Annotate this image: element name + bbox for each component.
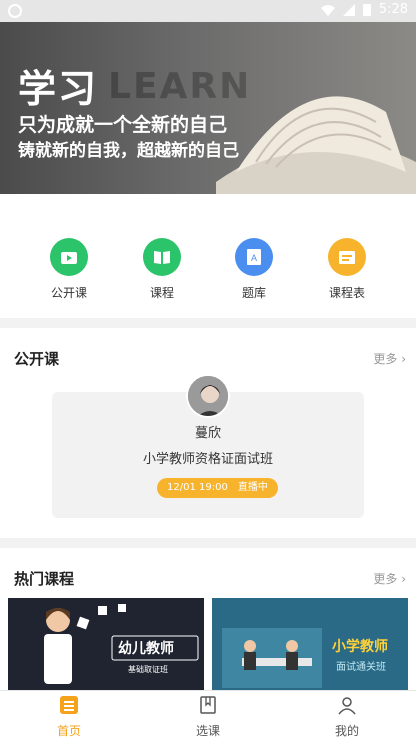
course-select-icon bbox=[200, 696, 216, 714]
bottom-tab-bar: 首页 选课 我的 bbox=[0, 690, 416, 739]
more-link[interactable]: 更多 › bbox=[373, 570, 406, 587]
home-icon bbox=[60, 696, 78, 714]
nav-question-bank[interactable]: A 题库 bbox=[214, 238, 294, 301]
nav-label: 题库 bbox=[241, 286, 266, 300]
live-status: 直播中 bbox=[237, 482, 268, 493]
tab-label: 选课 bbox=[195, 724, 220, 738]
tab-profile[interactable]: 我的 bbox=[307, 695, 387, 739]
nav-label: 课程 bbox=[149, 286, 174, 300]
banner-watermark: LEARN bbox=[108, 66, 252, 107]
teacher-illustration bbox=[44, 604, 199, 684]
nav-label: 公开课 bbox=[50, 286, 87, 300]
course-thumb-label: 幼儿教师 bbox=[118, 641, 174, 657]
course-thumb-label: 小学教师 bbox=[332, 639, 388, 655]
tab-label: 首页 bbox=[56, 724, 81, 738]
nav-label: 课程表 bbox=[328, 286, 365, 300]
svg-text:A: A bbox=[251, 253, 257, 263]
nav-course[interactable]: 课程 bbox=[122, 238, 202, 301]
live-time-badge: 12/01 19:00 直播中 bbox=[157, 478, 278, 498]
schedule-icon bbox=[328, 238, 366, 276]
more-link[interactable]: 更多 › bbox=[373, 350, 406, 367]
nav-grid: 公开课 课程 A 题库 课程表 bbox=[0, 194, 416, 401]
tv-icon bbox=[50, 238, 88, 276]
banner-line2: 铸就新的自我，超越新的自己 bbox=[18, 141, 239, 161]
course-thumb-sub: 面试通关班 bbox=[336, 662, 386, 673]
wifi-icon bbox=[320, 4, 335, 16]
tab-label: 我的 bbox=[334, 724, 359, 738]
banner-line1: 只为成就一个全新的自己 bbox=[18, 114, 228, 136]
signal-icon bbox=[342, 3, 355, 16]
course-thumb-kindergarten[interactable]: 幼儿教师 基础取证班 bbox=[8, 598, 204, 698]
tab-course-select[interactable]: 选课 bbox=[168, 695, 248, 739]
status-bar: 5:28 bbox=[0, 0, 416, 22]
live-date: 12/01 19:00 bbox=[167, 482, 228, 493]
course-name: 小学教师资格证面试班 bbox=[142, 452, 273, 467]
banner-title: 学习 bbox=[18, 67, 99, 111]
battery-icon bbox=[362, 4, 371, 16]
profile-icon bbox=[338, 697, 356, 715]
nav-schedule[interactable]: 课程表 bbox=[307, 238, 387, 301]
course-thumb-sub: 基础取证班 bbox=[128, 665, 168, 674]
question-bank-icon: A bbox=[235, 238, 273, 276]
banner[interactable]: LEARN 学习 只为成就一个全新的自己 铸就新的自我，超越新的自己 bbox=[0, 22, 416, 194]
sync-icon bbox=[8, 4, 22, 18]
course-thumb-primary[interactable]: 小学教师 面试通关班 bbox=[212, 598, 408, 698]
status-time: 5:28 bbox=[378, 2, 408, 17]
nav-open-class[interactable]: 公开课 bbox=[29, 238, 109, 301]
section-title: 公开课 bbox=[14, 350, 60, 368]
section-title: 热门课程 bbox=[14, 570, 75, 588]
teacher-name: 蔓欣 bbox=[194, 426, 221, 441]
open-class-section: 公开课 更多 › 蔓欣 小学教师资格证面试班 12/01 19:00 直播中 bbox=[0, 328, 416, 538]
hot-courses-section: 热门课程 更多 › 幼儿教师 基础取证班 小学教师 面试通关班 bbox=[0, 548, 416, 698]
book-icon bbox=[143, 238, 181, 276]
tab-home[interactable]: 首页 bbox=[29, 695, 109, 739]
avatar bbox=[186, 374, 230, 418]
